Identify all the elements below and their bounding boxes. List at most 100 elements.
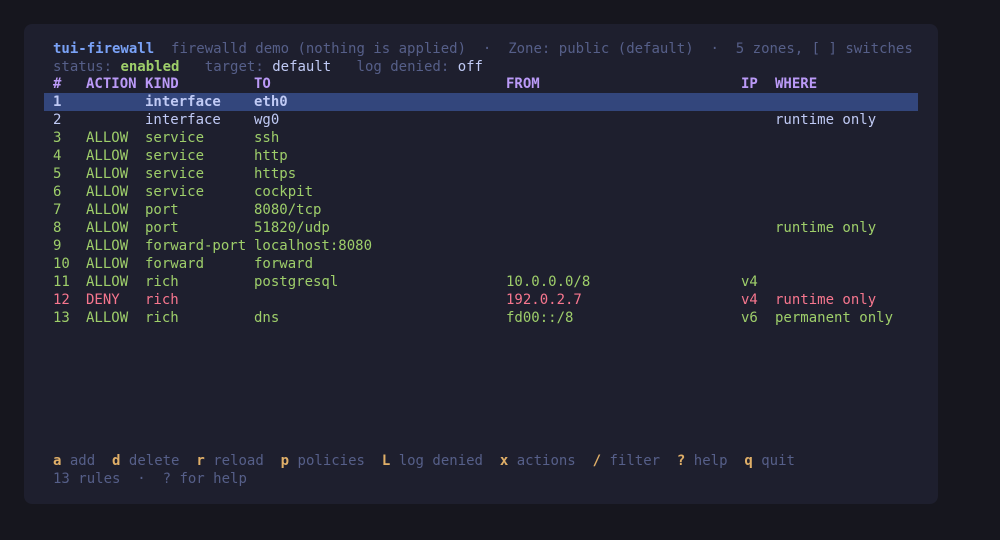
status-value: enabled (120, 59, 180, 75)
log-denied-value: off (457, 59, 483, 75)
row-num: 6 (53, 184, 62, 200)
row-action: ALLOW (86, 310, 129, 326)
row-kind: service (145, 166, 205, 182)
table-header: # ACTION KIND TO FROM IP WHERE (44, 75, 918, 93)
col-header-where: WHERE (775, 76, 818, 92)
separator: · (482, 41, 492, 57)
table-row[interactable]: 7 ALLOW port 8080/tcp (44, 201, 918, 219)
shortcut-quit[interactable]: q quit (744, 453, 795, 469)
shortcut-label: reload (213, 453, 264, 469)
row-from: 192.0.2.7 (506, 292, 582, 308)
shortcut-help[interactable]: ? help (677, 453, 728, 469)
row-num: 11 (53, 274, 70, 290)
row-num: 9 (53, 238, 62, 254)
target-value: default (272, 59, 332, 75)
table-row[interactable]: 5 ALLOW service https (44, 165, 918, 183)
separator: · (137, 471, 146, 487)
table-row[interactable]: 13 ALLOW rich dns fd00::/8 v6 permanent … (44, 309, 918, 327)
row-action: ALLOW (86, 274, 129, 290)
shortcut-key: ? (676, 453, 686, 469)
row-action: ALLOW (86, 238, 129, 254)
terminal-window: tui-firewall firewalld demo (nothing is … (24, 24, 938, 504)
row-to: dns (254, 310, 280, 326)
zone-label: Zone: public (default) (508, 41, 694, 57)
shortcut-delete[interactable]: d delete (112, 453, 179, 469)
zones-info: 5 zones, [ ] switches (735, 41, 913, 57)
shortcut-log-denied[interactable]: L log denied (382, 453, 483, 469)
row-action: ALLOW (86, 202, 129, 218)
shortcut-label: log denied (398, 453, 483, 469)
shortcut-policies[interactable]: p policies (281, 453, 365, 469)
row-where: runtime only (775, 220, 877, 236)
row-from: fd00::/8 (506, 310, 574, 326)
shortcut-reload[interactable]: r reload (196, 453, 263, 469)
row-kind: port (145, 220, 179, 236)
row-kind: service (145, 148, 205, 164)
row-to: localhost:8080 (254, 238, 373, 254)
row-ip: v4 (741, 292, 758, 308)
row-kind: service (145, 184, 205, 200)
table-row[interactable]: 8 ALLOW port 51820/udp runtime only (44, 219, 918, 237)
col-header-kind: KIND (145, 76, 179, 92)
shortcut-key: x (499, 453, 509, 469)
table-row[interactable]: 2 interface wg0 runtime only (44, 111, 918, 129)
row-action: ALLOW (86, 130, 129, 146)
row-num: 8 (53, 220, 62, 236)
row-to: https (254, 166, 297, 182)
status-line: status: enabled target: default log deni… (53, 58, 483, 76)
row-where: runtime only (775, 292, 877, 308)
row-ip: v4 (741, 274, 758, 290)
row-kind: interface (145, 112, 221, 128)
shortcut-key: p (280, 453, 290, 469)
row-num: 5 (53, 166, 62, 182)
shortcut-key: / (592, 453, 602, 469)
shortcut-label: add (69, 453, 96, 469)
row-kind: rich (145, 274, 179, 290)
row-num: 10 (53, 256, 70, 272)
row-where: runtime only (775, 112, 877, 128)
shortcut-key: L (381, 453, 391, 469)
table-row[interactable]: 10 ALLOW forward forward (44, 255, 918, 273)
row-action: ALLOW (86, 220, 129, 236)
row-action: ALLOW (86, 166, 129, 182)
row-num: 7 (53, 202, 62, 218)
row-where: permanent only (775, 310, 894, 326)
row-num: 12 (53, 292, 70, 308)
row-num: 13 (53, 310, 70, 326)
shortcut-filter[interactable]: / filter (593, 453, 660, 469)
row-to: ssh (254, 130, 280, 146)
row-kind: forward-port (145, 238, 247, 254)
row-num: 2 (53, 112, 62, 128)
row-to: eth0 (254, 94, 288, 110)
target-label: target: (204, 59, 264, 75)
shortcut-bar: a add d delete r reload p policies L log… (53, 452, 795, 470)
shortcut-add[interactable]: a add (53, 453, 95, 469)
shortcut-key: q (744, 453, 753, 469)
col-header-ip: IP (741, 76, 758, 92)
row-num: 1 (53, 94, 62, 110)
separator: · (710, 41, 719, 57)
shortcut-key: a (53, 453, 62, 469)
col-header-num: # (53, 76, 62, 92)
table-row[interactable]: 12 DENY rich 192.0.2.7 v4 runtime only (44, 291, 918, 309)
row-kind: service (145, 130, 205, 146)
table-row[interactable]: 9 ALLOW forward-port localhost:8080 (44, 237, 918, 255)
row-action: ALLOW (86, 184, 129, 200)
app-name: tui-firewall (53, 41, 155, 57)
table-row[interactable]: 6 ALLOW service cockpit (44, 183, 918, 201)
table-row[interactable]: 3 ALLOW service ssh (44, 129, 918, 147)
shortcut-label: filter (609, 453, 661, 469)
table-row[interactable]: 11 ALLOW rich postgresql 10.0.0.0/8 v4 (44, 273, 918, 291)
table-row-selected[interactable]: 1 interface eth0 (44, 93, 918, 111)
shortcut-label: policies (297, 453, 365, 469)
row-to: wg0 (254, 112, 280, 128)
row-kind: interface (145, 94, 221, 110)
log-denied-label: log denied: (356, 59, 450, 75)
shortcut-key: r (196, 453, 205, 469)
row-to: postgresql (254, 274, 339, 290)
row-kind: rich (145, 310, 179, 326)
col-header-from: FROM (506, 76, 540, 92)
row-num: 3 (53, 130, 62, 146)
table-row[interactable]: 4 ALLOW service http (44, 147, 918, 165)
shortcut-actions[interactable]: x actions (500, 453, 576, 469)
